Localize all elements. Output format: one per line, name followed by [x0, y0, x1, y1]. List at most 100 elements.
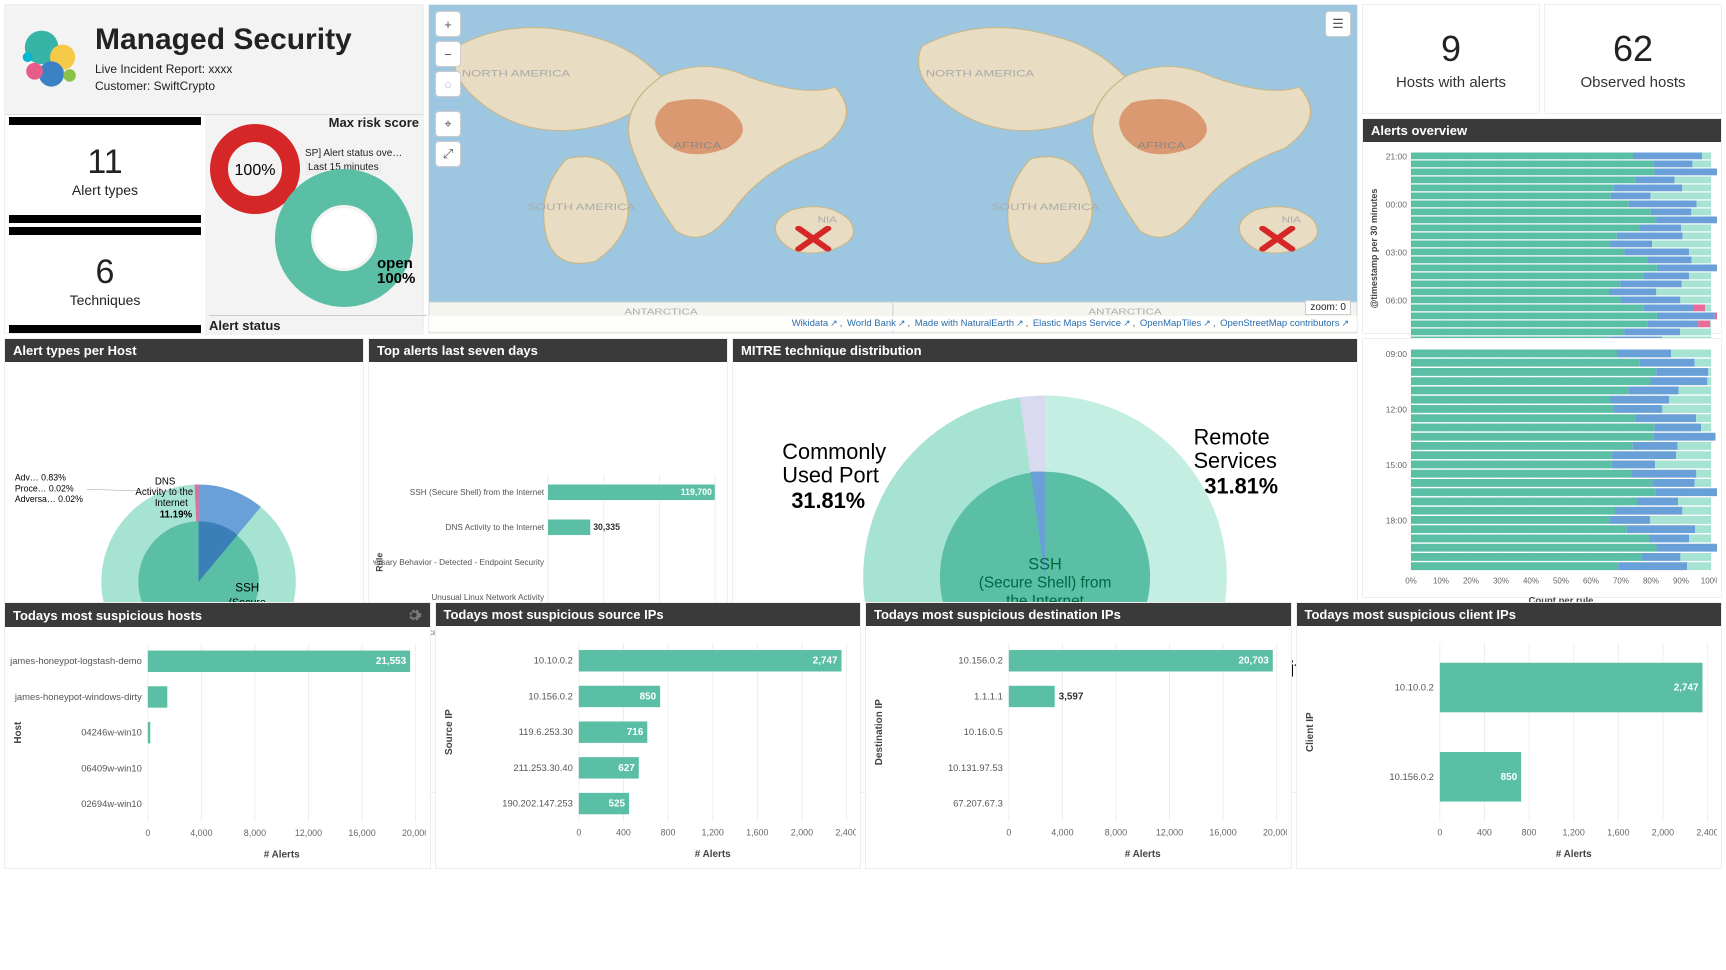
- svg-text:20,703: 20,703: [1239, 656, 1270, 667]
- svg-text:Source IP: Source IP: [443, 709, 454, 755]
- svg-text:james-honeypot-windows-dirty: james-honeypot-windows-dirty: [14, 691, 142, 702]
- alerts-overview-chart-lower[interactable]: 0%10%20%30%40%50%60%70%80%90%100%09:0012…: [1367, 343, 1717, 608]
- svg-text:# Alerts: # Alerts: [694, 849, 730, 860]
- svg-text:0%: 0%: [1405, 577, 1417, 586]
- svg-text:20%: 20%: [1463, 577, 1479, 586]
- svg-text:12:00: 12:00: [1386, 405, 1408, 415]
- panel-title: Todays most suspicious destination IPs: [874, 607, 1121, 622]
- customer-line: Customer: SwiftCrypto: [95, 78, 352, 95]
- gear-icon[interactable]: [406, 607, 422, 623]
- svg-text:SSH: SSH: [235, 581, 259, 594]
- max-risk-label: Max risk score: [329, 115, 419, 130]
- svg-text:60%: 60%: [1583, 577, 1599, 586]
- svg-text:90%: 90%: [1673, 577, 1689, 586]
- panel-title: Alerts overview: [1371, 123, 1467, 138]
- svg-text:Adversary Behavior - Detected: Adversary Behavior - Detected - Endpoint…: [373, 558, 545, 567]
- panel-alerts-overview: Alerts overview 21:0000:0003:0006:00@tim…: [1362, 118, 1722, 334]
- panel-title: Todays most suspicious hosts: [13, 608, 202, 623]
- svg-text:190.202.147.253: 190.202.147.253: [502, 798, 573, 809]
- svg-text:30,335: 30,335: [593, 522, 620, 532]
- incident-line: Live Incident Report: xxxx: [95, 61, 352, 78]
- attrib-link[interactable]: Wikidata: [792, 318, 838, 329]
- svg-text:Used Port: Used Port: [782, 463, 879, 488]
- svg-text:Proce… 0.02%: Proce… 0.02%: [15, 483, 74, 493]
- svg-text:400: 400: [1477, 827, 1492, 837]
- panel-sus-client: Todays most suspicious client IPs 040080…: [1296, 602, 1723, 869]
- svg-text:00:00: 00:00: [1386, 200, 1408, 210]
- svg-text:8,000: 8,000: [244, 828, 266, 838]
- attrib-link[interactable]: World Bank: [847, 318, 905, 329]
- panel-title: Todays most suspicious client IPs: [1305, 607, 1516, 622]
- svg-text:Services: Services: [1194, 448, 1277, 473]
- fullscreen-button[interactable]: ⤢: [435, 141, 461, 167]
- svg-text:4,000: 4,000: [1051, 827, 1073, 837]
- svg-text:Remote: Remote: [1194, 425, 1270, 450]
- svg-text:1,200: 1,200: [701, 827, 723, 837]
- attrib-link[interactable]: Made with NaturalEarth: [915, 318, 1024, 329]
- max-risk-caption: SP] Alert status ove…: [305, 147, 402, 160]
- svg-text:2,747: 2,747: [812, 656, 837, 667]
- svg-text:10.156.0.2: 10.156.0.2: [528, 690, 572, 701]
- svg-text:@timestamp per 30 minutes: @timestamp per 30 minutes: [1369, 189, 1379, 309]
- world-map[interactable]: + − ○ ⌖ ⤢ ☰: [428, 4, 1358, 334]
- svg-text:21,553: 21,553: [376, 656, 407, 667]
- metric-techniques: 6 Techniques: [9, 227, 201, 333]
- metric-hosts-with-alerts: 9 Hosts with alerts: [1362, 4, 1540, 114]
- svg-text:Adversa… 0.02%: Adversa… 0.02%: [15, 494, 83, 504]
- zoom-in-button[interactable]: +: [435, 11, 461, 37]
- svg-text:Activity to the: Activity to the: [135, 487, 193, 498]
- svg-text:(Secure Shell) from: (Secure Shell) from: [979, 575, 1112, 592]
- svg-text:02694w-win10: 02694w-win10: [81, 798, 142, 809]
- svg-text:DNS Activity to the Internet: DNS Activity to the Internet: [446, 523, 545, 532]
- panel-sus-source: Todays most suspicious source IPs 0 400 80…: [435, 602, 862, 869]
- svg-text:12,000: 12,000: [1156, 827, 1183, 837]
- locate-button[interactable]: ⌖: [435, 111, 461, 137]
- svg-text:30%: 30%: [1493, 577, 1509, 586]
- svg-text:2,400: 2,400: [835, 827, 856, 837]
- attrib-link[interactable]: Elastic Maps Service: [1033, 318, 1131, 329]
- attrib-link[interactable]: OpenStreetMap contributors: [1220, 318, 1349, 329]
- svg-text:1,200: 1,200: [1562, 827, 1584, 837]
- attrib-link[interactable]: OpenMapTiles: [1140, 318, 1211, 329]
- svg-text:Host: Host: [13, 721, 24, 744]
- svg-text:716: 716: [626, 727, 643, 738]
- svg-text:70%: 70%: [1613, 577, 1629, 586]
- svg-text:06409w-win10: 06409w-win10: [81, 762, 142, 773]
- svg-text:11.19%: 11.19%: [160, 510, 193, 521]
- panel-sus-dest: Todays most suspicious destination IPs 0…: [865, 602, 1292, 869]
- svg-text:525: 525: [608, 799, 625, 810]
- svg-text:119.6.253.30: 119.6.253.30: [518, 726, 572, 737]
- svg-text:# Alerts: # Alerts: [1555, 849, 1591, 860]
- title-bar: Managed Security Live Incident Report: x…: [5, 5, 423, 115]
- svg-text:800: 800: [660, 827, 675, 837]
- svg-text:Client IP: Client IP: [1304, 712, 1315, 752]
- layers-button[interactable]: ☰: [1325, 11, 1351, 37]
- sus-dest-chart[interactable]: 04,0008,00012,00016,00020,00010.156.0.22…: [870, 630, 1287, 864]
- svg-text:1,600: 1,600: [746, 827, 768, 837]
- panel-title: Todays most suspicious source IPs: [444, 607, 664, 622]
- svg-text:10.156.0.2: 10.156.0.2: [958, 655, 1002, 666]
- svg-text:31.81%: 31.81%: [791, 488, 865, 513]
- metric-alert-types: 11 Alert types: [9, 117, 201, 223]
- svg-text:DNS: DNS: [155, 476, 176, 487]
- zoom-badge: zoom: 0: [1305, 300, 1351, 315]
- svg-text:850: 850: [639, 691, 656, 702]
- svg-text:0: 0: [576, 827, 581, 837]
- panel-alerts-overview-cont: 0%10%20%30%40%50%60%70%80%90%100%09:0012…: [1362, 338, 1722, 598]
- svg-text:400: 400: [616, 827, 631, 837]
- zoom-reset-button[interactable]: ○: [435, 71, 461, 97]
- svg-text:100%: 100%: [1701, 577, 1717, 586]
- svg-text:0: 0: [145, 828, 150, 838]
- sus-client-chart[interactable]: 04008001,2001,6002,0002,40010.10.0.22,74…: [1301, 630, 1718, 864]
- svg-text:10.156.0.2: 10.156.0.2: [1389, 771, 1433, 782]
- svg-text:67.207.67.3: 67.207.67.3: [953, 798, 1003, 809]
- alert-status-donut: open 100%: [269, 163, 419, 313]
- sus-hosts-chart[interactable]: 04,0008,00012,00016,00020,000james-honey…: [9, 631, 426, 864]
- sus-source-chart[interactable]: 04008001,2001,6002,0002,40010.10.0.22,74…: [440, 630, 857, 864]
- svg-text:2,747: 2,747: [1673, 683, 1698, 694]
- svg-text:119,700: 119,700: [681, 487, 712, 497]
- svg-text:0: 0: [1437, 827, 1442, 837]
- svg-text:10.131.97.53: 10.131.97.53: [948, 762, 1003, 773]
- svg-text:2,400: 2,400: [1696, 827, 1717, 837]
- zoom-out-button[interactable]: −: [435, 41, 461, 67]
